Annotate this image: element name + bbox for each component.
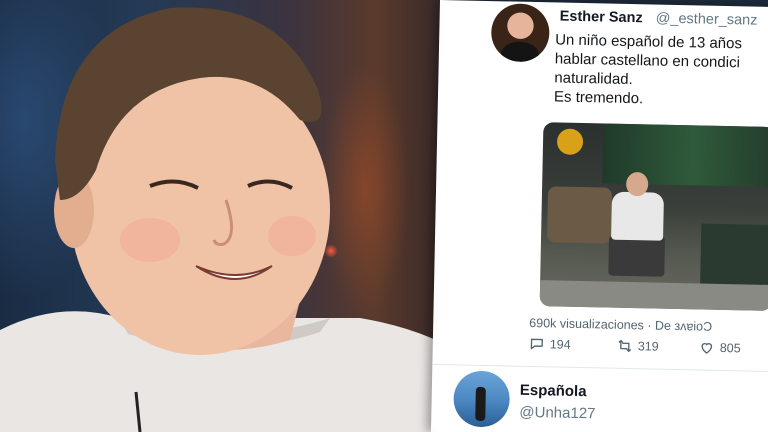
reply-avatar[interactable] (453, 370, 511, 428)
tweet-actions: 194 319 805 (529, 336, 768, 363)
avatar[interactable] (490, 3, 550, 63)
heart-icon (701, 343, 713, 354)
retweet-count: 319 (637, 339, 659, 354)
tweet-text-line: Es tremendo. (553, 88, 644, 108)
like-count: 805 (719, 340, 741, 356)
tweet-card: Esther Sanz @_esther_sanz Un niño españo… (430, 0, 768, 432)
views-count: 690k visualizaciones · De зʌɐioƆ (529, 315, 713, 334)
author-handle[interactable]: @_esther_sanz (655, 11, 757, 29)
reply-author-name[interactable]: Española (520, 382, 587, 400)
boy-photo (0, 0, 470, 432)
reply-count: 194 (549, 337, 571, 352)
boy-figure (0, 7, 470, 432)
reply-button[interactable]: 194 (529, 336, 571, 353)
tweet-text: Un niño español de 13 años hablar castel… (554, 30, 768, 111)
like-button[interactable]: 805 (699, 339, 741, 356)
desk (699, 223, 768, 292)
sofa (546, 186, 613, 244)
author-name[interactable]: Esther Sanz (560, 9, 643, 27)
channel-logo (556, 128, 584, 156)
reply-author-handle[interactable]: @Unha127 (519, 404, 595, 423)
retweet-icon (618, 339, 632, 353)
comment-icon (530, 338, 543, 350)
floor (539, 280, 768, 312)
red-light (324, 244, 338, 258)
retweet-button[interactable]: 319 (617, 338, 659, 355)
tweet-video-thumbnail[interactable] (539, 122, 768, 312)
boy-legs (608, 235, 666, 277)
boy-body (611, 191, 665, 241)
